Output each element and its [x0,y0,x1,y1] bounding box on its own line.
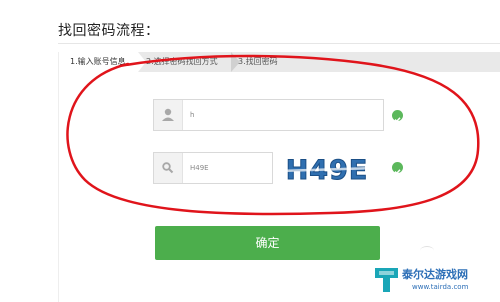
captcha-field[interactable]: H49E [153,152,273,184]
captcha-valid-check-icon [392,162,403,175]
captcha-image[interactable]: H49E [277,151,377,187]
account-field[interactable]: h [153,99,384,131]
step-1: 1.输入账号信息 [58,52,146,72]
captcha-value: H49E [190,164,209,172]
step-bar: 1.输入账号信息 2.选择密码找回方式 3.找回密码 [58,52,500,72]
step-3: 3.找回密码 [234,52,298,72]
captcha-icon-box [154,153,183,183]
faint-mark [420,246,434,255]
page-title: 找回密码流程： [58,23,160,39]
account-value: h [190,111,195,119]
user-icon [154,108,182,134]
step-2-label: 2.选择密码找回方式 [146,57,218,66]
watermark-name: 泰尔达游戏网 [402,268,468,281]
step-3-label: 3.找回密码 [238,57,278,66]
panel-left-border [58,52,59,302]
step-2: 2.选择密码找回方式 [140,52,240,72]
account-valid-check-icon [392,110,403,123]
magnifier-icon [154,162,182,187]
step-1-label: 1.输入账号信息 [70,57,126,66]
watermark-url: www.tairda.com [412,283,469,291]
submit-button[interactable]: 确定 [155,226,380,260]
account-icon-box [154,100,183,130]
title-divider [58,43,500,44]
